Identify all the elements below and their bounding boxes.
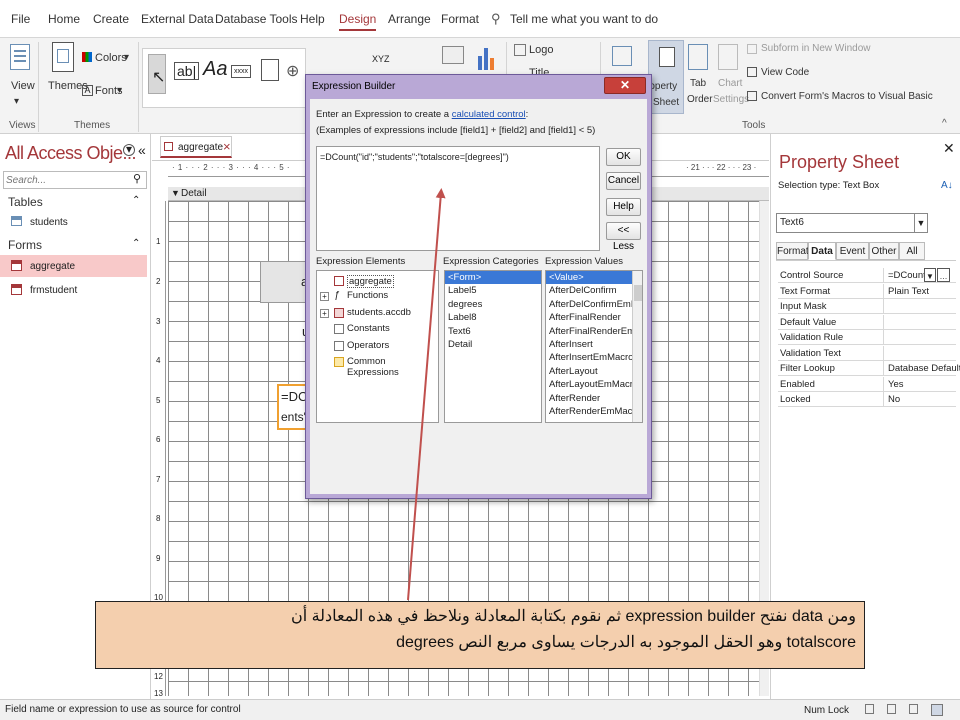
- instruction-callout: ومن data نفتح expression builder ثم نقوم…: [95, 601, 865, 669]
- callout-line-1: ومن data نفتح expression builder ثم نقوم…: [290, 608, 856, 625]
- callout-line-2: totalscore وهو الحقل الموجود به الدرجات …: [396, 634, 856, 651]
